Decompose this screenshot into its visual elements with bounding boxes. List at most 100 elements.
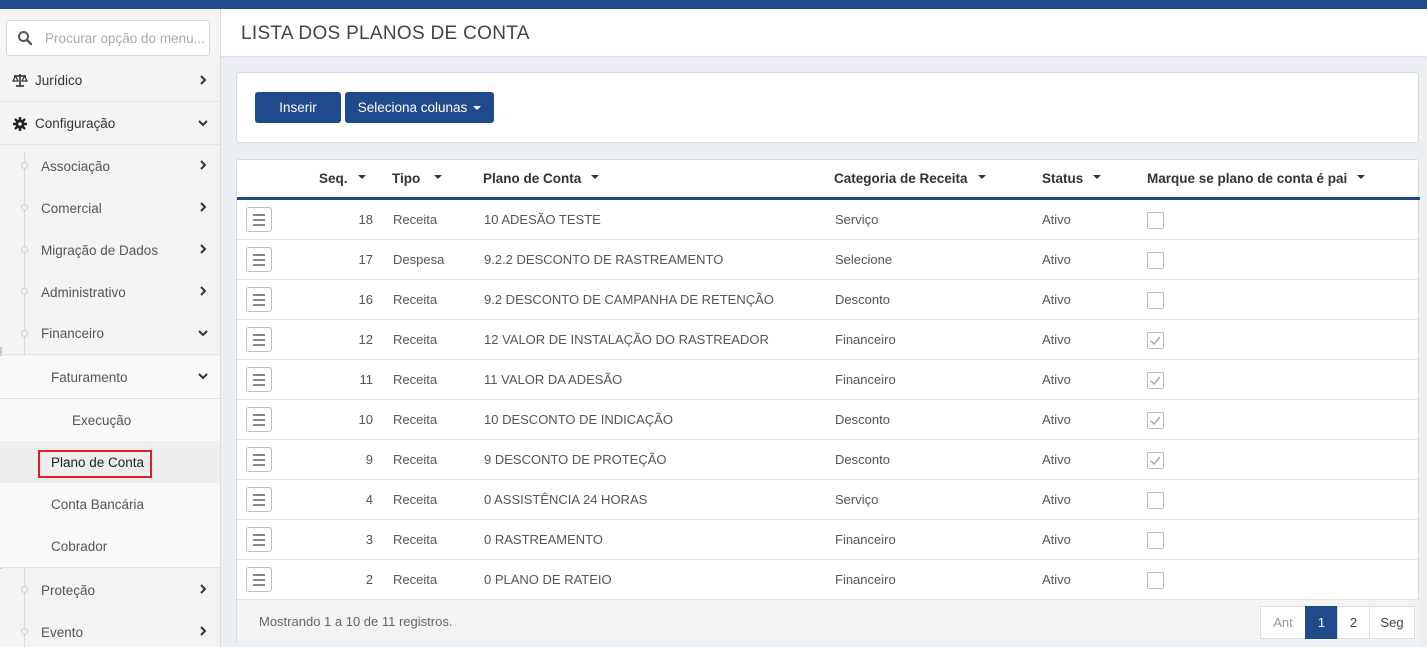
cell-categoria: Serviço	[835, 492, 879, 507]
parent-checkbox[interactable]	[1147, 452, 1164, 469]
cell-seq: 3	[365, 532, 373, 547]
sidebar-item-label: Financeiro	[41, 326, 105, 341]
sidebar-item-conta-bancaria[interactable]: Conta Bancária	[0, 483, 220, 525]
column-header-tipo[interactable]: Tipo	[392, 171, 443, 186]
check-icon	[1150, 336, 1161, 346]
parent-checkbox[interactable]	[1147, 372, 1164, 389]
sidebar-item-label: Associação	[41, 158, 111, 174]
cell-plano: 10 ADESÃO TESTE	[484, 212, 601, 227]
row-menu-button[interactable]	[246, 287, 272, 312]
tree-dot	[21, 246, 28, 253]
row-menu-button[interactable]	[246, 487, 272, 512]
parent-checkbox[interactable]	[1147, 332, 1164, 349]
column-header-seq[interactable]: Seq.	[319, 171, 366, 186]
sidebar-item-configuracao[interactable]: Configuração	[0, 103, 220, 145]
cell-categoria: Financeiro	[835, 372, 896, 387]
column-header-plano[interactable]: Plano de Conta	[483, 171, 600, 186]
search-input[interactable]	[45, 21, 207, 55]
tree-dot	[21, 586, 28, 593]
cell-seq: 9	[365, 452, 373, 467]
chevron-right-icon	[200, 626, 207, 636]
column-header-label: Seq.	[319, 171, 348, 186]
search-icon	[18, 31, 33, 46]
table-row: 10 Receita 10 DESCONTO DE INDICAÇÃO Descont…	[237, 400, 1420, 440]
parent-checkbox[interactable]	[1147, 252, 1164, 269]
pagination-next[interactable]: Seg	[1369, 606, 1415, 639]
column-header-categoria[interactable]: Categoria de Receita	[834, 171, 986, 186]
cell-tipo: Receita	[393, 412, 438, 427]
sidebar-item-evento[interactable]: Evento	[0, 611, 220, 647]
cell-status: Ativo	[1042, 412, 1071, 427]
cell-plano: 10 DESCONTO DE INDICAÇÃO	[484, 412, 674, 427]
sidebar-item-comercial[interactable]: Comercial	[0, 187, 220, 229]
parent-checkbox[interactable]	[1147, 492, 1164, 509]
chevron-down-icon	[198, 373, 208, 380]
column-header-label: Status	[1042, 171, 1084, 186]
row-menu-button[interactable]	[246, 407, 272, 432]
tree-dot	[21, 162, 28, 169]
sidebar-item-label: Execução	[72, 412, 132, 428]
sort-caret-icon	[977, 175, 986, 180]
cell-categoria: Financeiro	[835, 532, 896, 547]
parent-checkbox[interactable]	[1147, 292, 1164, 309]
sidebar-item-label: Comercial	[41, 200, 102, 216]
row-menu-button[interactable]	[246, 207, 272, 232]
row-menu-button[interactable]	[246, 527, 272, 552]
chevron-right-icon	[200, 75, 207, 85]
sidebar-item-label: Jurídico	[35, 73, 83, 88]
cell-status: Ativo	[1042, 332, 1071, 347]
pagination-label: 1	[1317, 615, 1326, 630]
cell-plano: 0 PLANO DE RATEIO	[484, 572, 612, 587]
sort-caret-icon	[1093, 175, 1102, 180]
tree-dot	[21, 330, 28, 337]
sidebar-item-execucao[interactable]: Execução	[0, 399, 220, 441]
chevron-right-icon	[200, 244, 207, 254]
sidebar-item-associacao[interactable]: Associação	[0, 145, 220, 187]
insert-button[interactable]: Inserir	[255, 92, 341, 123]
sidebar: Jurídico Configuração Associação Comerci…	[0, 9, 221, 647]
check-icon	[1150, 376, 1161, 386]
row-menu-button[interactable]	[246, 567, 272, 592]
sidebar-item-protecao[interactable]: Proteção	[0, 569, 220, 611]
column-header-status[interactable]: Status	[1042, 171, 1102, 186]
column-header-pai[interactable]: Marque se plano de conta é pai	[1147, 171, 1366, 186]
parent-checkbox[interactable]	[1147, 572, 1164, 589]
column-header-label: Categoria de Receita	[834, 171, 968, 186]
scale-icon	[12, 74, 28, 87]
sidebar-item-faturamento[interactable]: Faturamento	[0, 356, 220, 399]
sidebar-item-financeiro[interactable]: Financeiro	[0, 313, 220, 355]
row-menu-button[interactable]	[246, 247, 272, 272]
parent-checkbox[interactable]	[1147, 212, 1164, 229]
cell-tipo: Receita	[393, 532, 438, 547]
cell-status: Ativo	[1042, 212, 1071, 227]
cell-plano: 0 ASSISTÊNCIA 24 HORAS	[484, 492, 648, 507]
cell-status: Ativo	[1042, 292, 1071, 307]
sidebar-item-label: Evento	[41, 624, 84, 640]
sidebar-item-label: Faturamento	[51, 369, 128, 385]
row-menu-button[interactable]	[246, 367, 272, 392]
pagination-page-1[interactable]: 1	[1305, 606, 1338, 639]
pagination-label: Ant	[1273, 615, 1293, 630]
pagination-page-2[interactable]: 2	[1337, 606, 1370, 639]
row-menu-button[interactable]	[246, 327, 272, 352]
row-menu-button[interactable]	[246, 447, 272, 472]
pagination-label: 2	[1349, 615, 1358, 630]
toolbar-box: Inserir Seleciona colunas	[236, 72, 1419, 143]
cell-tipo: Receita	[393, 372, 438, 387]
sidebar-item-administrativo[interactable]: Administrativo	[0, 271, 220, 313]
chevron-right-icon	[200, 584, 207, 594]
pagination-prev[interactable]: Ant	[1260, 606, 1306, 639]
sort-caret-icon	[357, 175, 366, 180]
cell-tipo: Receita	[393, 492, 438, 507]
sidebar-item-label: Proteção	[41, 582, 96, 598]
sidebar-item-migracao-de-dados[interactable]: Migração de Dados	[0, 229, 220, 271]
parent-checkbox[interactable]	[1147, 532, 1164, 549]
cell-categoria: Selecione	[835, 252, 893, 267]
top-bar	[0, 0, 1427, 9]
sidebar-item-juridico[interactable]: Jurídico	[0, 60, 220, 102]
cell-seq: 12	[358, 332, 373, 347]
select-columns-button[interactable]: Seleciona colunas	[345, 92, 494, 123]
sidebar-item-cobrador[interactable]: Cobrador	[0, 525, 220, 568]
chevron-right-icon	[200, 202, 207, 212]
parent-checkbox[interactable]	[1147, 412, 1164, 429]
